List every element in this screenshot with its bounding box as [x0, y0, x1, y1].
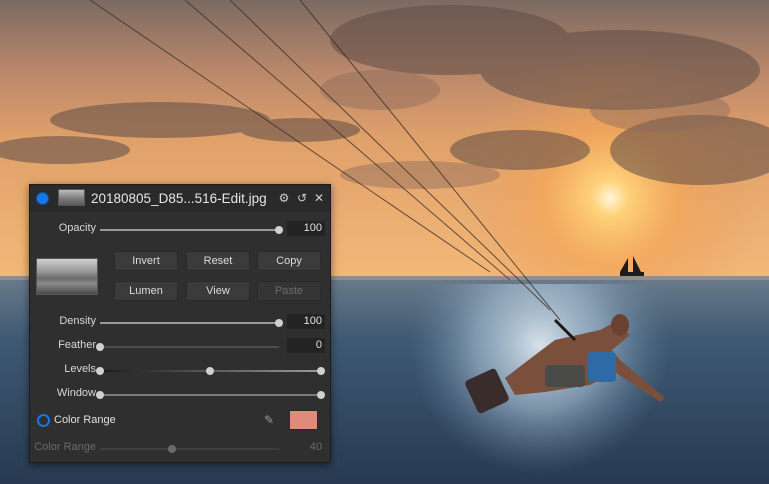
reset-button[interactable]: Reset: [186, 251, 250, 271]
color-range-toggle-label[interactable]: Color Range: [54, 414, 116, 426]
density-label: Density: [59, 315, 96, 327]
opacity-fill: [100, 229, 279, 231]
levels-slider[interactable]: [96, 367, 325, 375]
opacity-label: Opacity: [58, 222, 96, 234]
panel-titlebar[interactable]: 20180805_D85...516-Edit.jpg ⚙ ↺ ✕: [30, 185, 330, 212]
mask-panel: 20180805_D85...516-Edit.jpg ⚙ ↺ ✕ Opacit…: [29, 184, 331, 463]
levels-label: Levels: [64, 363, 96, 375]
feather-knob[interactable]: [96, 343, 104, 351]
density-knob[interactable]: [275, 319, 283, 327]
undo-icon[interactable]: ↺: [295, 191, 309, 205]
eyedropper-icon[interactable]: ✎: [262, 413, 276, 427]
copy-button[interactable]: Copy: [257, 251, 321, 271]
paste-button[interactable]: Paste: [257, 281, 321, 301]
color-range-knob[interactable]: [168, 445, 176, 453]
levels-mid-knob[interactable]: [206, 367, 214, 375]
levels-white-knob[interactable]: [317, 367, 325, 375]
color-range-value: 40: [309, 441, 322, 453]
invert-button[interactable]: Invert: [114, 251, 178, 271]
panel-title: 20180805_D85...516-Edit.jpg: [91, 191, 267, 206]
density-slider[interactable]: [100, 319, 283, 327]
window-slider[interactable]: [96, 391, 325, 399]
color-swatch[interactable]: [289, 410, 318, 430]
lumen-button[interactable]: Lumen: [114, 281, 178, 301]
opacity-slider[interactable]: [100, 226, 283, 234]
gear-icon[interactable]: ⚙: [277, 191, 291, 205]
opacity-value[interactable]: 100: [287, 221, 325, 236]
window-low-knob[interactable]: [96, 391, 104, 399]
layer-toggle-icon[interactable]: [36, 192, 49, 205]
density-fill: [100, 322, 279, 324]
mask-thumbnail[interactable]: [36, 258, 98, 295]
view-button[interactable]: View: [186, 281, 250, 301]
window-label: Window: [56, 387, 96, 399]
close-icon[interactable]: ✕: [312, 191, 326, 205]
layer-thumbnail: [58, 189, 85, 206]
feather-slider[interactable]: [96, 343, 279, 351]
color-range-slider[interactable]: [100, 445, 279, 453]
feather-value[interactable]: 0: [287, 338, 325, 353]
window-high-knob[interactable]: [317, 391, 325, 399]
feather-label: Feather: [58, 339, 96, 351]
density-value[interactable]: 100: [287, 314, 325, 329]
opacity-knob[interactable]: [275, 226, 283, 234]
levels-black-knob[interactable]: [96, 367, 104, 375]
color-range-slider-label: Color Range: [34, 441, 96, 453]
color-range-toggle[interactable]: [37, 414, 50, 427]
